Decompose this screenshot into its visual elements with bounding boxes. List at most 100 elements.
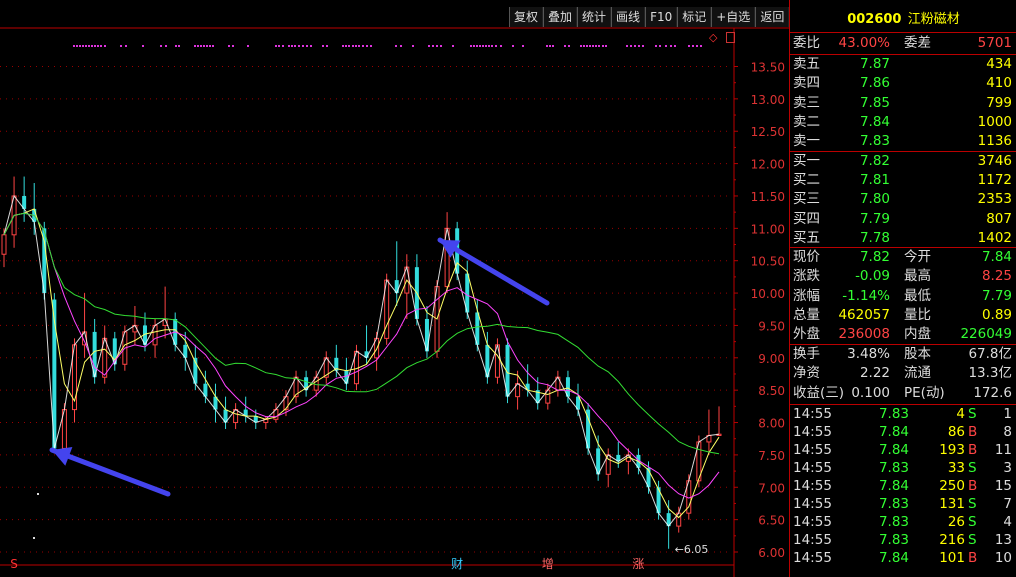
price-tick-label: 9.00 [758, 352, 785, 366]
signal-dot [291, 45, 293, 47]
tick-count: 3 [1003, 460, 1012, 476]
signal-dot [546, 45, 548, 47]
finance-value: 13.3亿 [968, 365, 1012, 382]
finance-label: 收益(三) [793, 384, 845, 401]
sell-level-row: 卖四 7.86 410 [790, 74, 1016, 93]
tick-time: 14:55 [793, 424, 832, 440]
statistics-button[interactable]: 统计 [577, 7, 612, 27]
sell-level-volume: 799 [986, 94, 1012, 111]
finance-row: 收益(三) 0.100 PE(动) 172.6 [790, 384, 1016, 403]
tick-side: S [968, 496, 977, 512]
tick-volume: 101 [939, 550, 965, 566]
back-button[interactable]: 返回 [755, 7, 790, 27]
tick-time: 14:55 [793, 496, 832, 512]
tick-volume: 131 [939, 496, 965, 512]
finance-value: 172.6 [973, 384, 1012, 401]
price-tick-label: 8.50 [758, 384, 785, 398]
sell-level-volume: 410 [986, 75, 1012, 92]
tick-time: 14:55 [793, 460, 832, 476]
speck [33, 537, 35, 539]
signal-dot [580, 45, 582, 47]
signal-dot [592, 45, 594, 47]
signal-dot [500, 45, 502, 47]
signal-dot [178, 45, 180, 47]
quote-value: 0.89 [981, 306, 1012, 323]
quote-value: 236008 [838, 326, 890, 343]
sell-level-row: 卖一 7.83 1136 [790, 132, 1016, 151]
tick-side: S [968, 532, 977, 548]
signal-dot [247, 45, 249, 47]
signal-dot [564, 45, 566, 47]
event-marker: 财 [451, 557, 463, 571]
signal-dot [605, 45, 607, 47]
tick-price: 7.84 [878, 442, 909, 458]
signal-dot [670, 45, 672, 47]
quote-label: 涨幅 [793, 287, 820, 304]
signal-dot [306, 45, 308, 47]
buy-level-label: 买三 [793, 191, 820, 208]
tick-volume: 250 [939, 478, 965, 494]
signal-dot [82, 45, 84, 47]
sell-level-volume: 1136 [977, 133, 1012, 150]
signal-dot [97, 45, 99, 47]
signal-dot [100, 45, 102, 47]
quote-row: 外盘 236008 内盘 226049 [790, 325, 1016, 344]
moving-average-line [3, 194, 720, 527]
f10-button[interactable]: F10 [645, 7, 678, 27]
finance-value: 2.22 [859, 365, 890, 382]
signal-dot [602, 45, 604, 47]
signal-dot [512, 45, 514, 47]
tick-time: 14:55 [793, 442, 832, 458]
buy-level-volume: 1172 [977, 172, 1012, 189]
tick-price: 7.83 [878, 532, 909, 548]
signal-dot [302, 45, 304, 47]
price-tick-label: 13.50 [751, 61, 785, 75]
signal-dot [522, 45, 524, 47]
finance-value: 67.8亿 [968, 346, 1012, 362]
window-toggle-icon[interactable] [726, 32, 735, 43]
signal-dot [630, 45, 632, 47]
quote-label: 量比 [904, 306, 931, 323]
tick-row: 14:55 7.83 4 S 1 [790, 405, 1016, 424]
sell-level-volume: 434 [986, 56, 1012, 72]
quote-value: 462057 [838, 306, 890, 323]
signal-dot [692, 45, 694, 47]
buy-level-label: 买二 [793, 172, 820, 189]
buy-level-row: 买三 7.80 2353 [790, 190, 1016, 209]
candlestick-chart[interactable]: 13.50 13.00 12.50 12.00 11.50 11.00 10.50 10.00… [0, 0, 789, 577]
overlay-button[interactable]: 叠加 [543, 7, 578, 27]
sell-level-row: 卖三 7.85 799 [790, 94, 1016, 113]
tick-time: 14:55 [793, 478, 832, 494]
price-tick-label: 13.00 [751, 93, 785, 107]
finance-value: 0.100 [851, 384, 890, 401]
add-watchlist-button[interactable]: +自选 [711, 7, 756, 27]
buy-level-row: 买一 7.82 3746 [790, 152, 1016, 171]
tick-time: 14:55 [793, 406, 832, 422]
finance-label: 净资 [793, 365, 820, 382]
sell-level-label: 卖四 [793, 75, 820, 92]
quote-label: 涨跌 [793, 268, 820, 285]
tick-row: 14:55 7.84 101 B 10 [790, 549, 1016, 568]
draw-line-button[interactable]: 画线 [611, 7, 646, 27]
sell-level-price: 7.85 [859, 94, 890, 111]
quote-value: 7.84 [981, 249, 1012, 265]
price-tick-label: 10.00 [751, 287, 785, 301]
diamond-icon[interactable]: ◇ [709, 31, 717, 44]
signal-dot [638, 45, 640, 47]
tick-volume: 86 [947, 424, 965, 440]
buy-level-label: 买一 [793, 153, 820, 169]
sell-level-label: 卖一 [793, 133, 820, 150]
tick-time: 14:55 [793, 550, 832, 566]
tick-volume: 4 [956, 406, 965, 422]
mark-button[interactable]: 标记 [677, 7, 712, 27]
stock-code: 002600 [847, 12, 902, 27]
signal-dot [491, 45, 493, 47]
pointer-arrow [49, 447, 171, 497]
tick-volume: 216 [939, 532, 965, 548]
sell-level-price: 7.84 [859, 113, 890, 130]
sell-level-label: 卖五 [793, 56, 820, 72]
restore-rights-button[interactable]: 复权 [509, 7, 544, 27]
signal-dot [470, 45, 472, 47]
tick-count: 8 [1003, 424, 1012, 440]
tick-side: B [968, 478, 978, 494]
